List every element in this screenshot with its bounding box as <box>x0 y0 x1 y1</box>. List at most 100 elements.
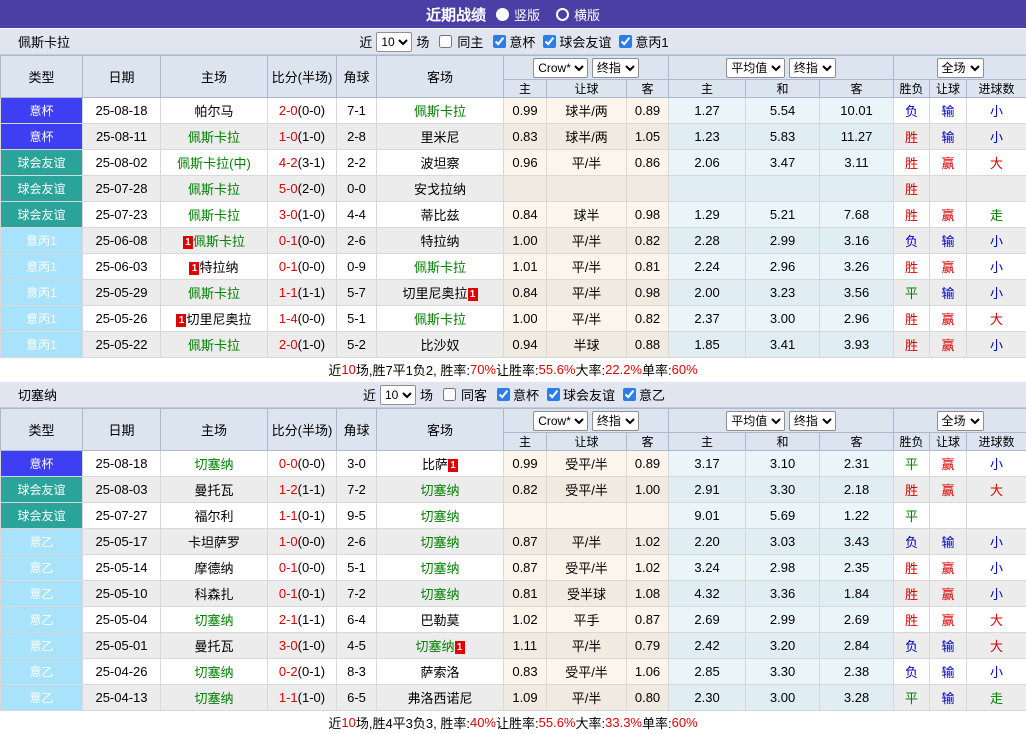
red-card-badge: 1 <box>183 236 193 249</box>
radio-horizontal[interactable]: 横版 <box>556 5 600 24</box>
recent-count-select[interactable]: 10 <box>380 385 416 405</box>
odds-away-cell <box>627 176 669 202</box>
league-filter-checkbox[interactable] <box>493 35 506 48</box>
team-label: 佩斯卡拉 <box>188 286 240 301</box>
red-card-badge: 1 <box>468 288 478 301</box>
summary-text: 让胜率: <box>496 360 539 379</box>
result-cell: 胜 <box>894 477 930 503</box>
score-cell: 3-0(1-0) <box>268 202 337 228</box>
match-row: 意丙125-05-29佩斯卡拉1-1(1-1)5-7切里尼奥拉10.84平/半0… <box>1 280 1026 306</box>
team-label: 切塞纳 <box>194 691 233 706</box>
match-row: 意乙25-05-01曼托瓦3-0(1-0)4-5切塞纳11.11平/半0.792… <box>1 633 1026 659</box>
team-name: 切塞纳 <box>18 385 57 404</box>
goals-result-cell <box>967 176 1026 202</box>
avg-away-cell: 3.11 <box>820 150 894 176</box>
score-cell: 1-1(0-1) <box>268 503 337 529</box>
team-label: 佩斯卡拉 <box>188 130 240 145</box>
home-team-cell: 曼托瓦 <box>161 477 268 503</box>
league-filter-checkbox[interactable] <box>623 388 636 401</box>
corner-cell: 2-6 <box>337 529 377 555</box>
avg-away-cell: 1.84 <box>820 581 894 607</box>
odds-home-cell: 1.09 <box>504 685 547 711</box>
home-team-cell: 切塞纳 <box>161 659 268 685</box>
handicap-cell <box>547 176 627 202</box>
odds-home-cell: 0.84 <box>504 280 547 306</box>
same-venue-checkbox[interactable] <box>439 35 452 48</box>
title-bar: 近期战绩 竖版 横版 <box>0 0 1026 28</box>
score-cell: 2-0(0-0) <box>268 98 337 124</box>
score-cell: 1-0(0-0) <box>268 529 337 555</box>
odds-select-group: Crow* 终指 <box>504 56 669 80</box>
result-cell: 胜 <box>894 202 930 228</box>
radio-horizontal-icon[interactable] <box>556 8 569 21</box>
team-label: 切里尼奥拉 <box>186 312 251 327</box>
match-row: 意乙25-05-04切塞纳2-1(1-1)6-4巴勒莫1.02平手0.872.6… <box>1 607 1026 633</box>
away-team-cell: 萨索洛 <box>377 659 504 685</box>
goals-result-cell: 走 <box>967 202 1026 228</box>
avg-home-cell: 1.29 <box>669 202 746 228</box>
odds-away-cell <box>627 503 669 529</box>
result-cell: 胜 <box>894 555 930 581</box>
corner-cell: 2-8 <box>337 124 377 150</box>
team-label: 里米尼 <box>420 130 459 145</box>
match-row: 球会友谊25-07-23佩斯卡拉3-0(1-0)4-4蒂比兹0.84球半0.98… <box>1 202 1026 228</box>
handicap-cell: 平/半 <box>547 280 627 306</box>
match-type-cell: 意乙 <box>1 529 83 555</box>
league-filter-checkbox[interactable] <box>547 388 560 401</box>
league-filter-checkbox[interactable] <box>619 35 632 48</box>
league-filter-checkbox[interactable] <box>543 35 556 48</box>
summary-text: 单率: <box>642 713 672 732</box>
date-cell: 25-08-03 <box>83 477 161 503</box>
period-select[interactable]: 全场 <box>937 58 984 78</box>
radio-horizontal-label: 横版 <box>574 5 600 24</box>
avg-source-select[interactable]: 平均值 <box>726 411 785 431</box>
col-header-score: 比分(半场) <box>268 56 337 98</box>
matches-table: 类型 日期 主场 比分(半场) 角球 客场 Crow* 终指 平均值 终指 全场… <box>0 408 1026 711</box>
col-header-handicap-result: 让球 <box>930 80 967 98</box>
home-team-cell: 佩斯卡拉 <box>161 332 268 358</box>
same-venue-checkbox[interactable] <box>443 388 456 401</box>
avg-away-cell: 10.01 <box>820 98 894 124</box>
avg-final-select[interactable]: 终指 <box>789 411 836 431</box>
avg-away-cell: 2.31 <box>820 451 894 477</box>
team-name: 佩斯卡拉 <box>18 32 70 51</box>
summary-text: 10 <box>341 715 355 730</box>
result-cell: 胜 <box>894 306 930 332</box>
filter-bar: 近 10 场 同客 意杯 球会友谊 意乙 <box>361 385 665 405</box>
odds-away-cell: 0.82 <box>627 306 669 332</box>
date-cell: 25-06-08 <box>83 228 161 254</box>
handicap-result-cell <box>930 176 967 202</box>
period-select[interactable]: 全场 <box>937 411 984 431</box>
league-filter-checkbox[interactable] <box>497 388 510 401</box>
col-header-type: 类型 <box>1 56 83 98</box>
home-team-cell: 佩斯卡拉 <box>161 280 268 306</box>
avg-draw-cell: 3.47 <box>746 150 820 176</box>
odds-away-cell: 1.00 <box>627 477 669 503</box>
corner-cell: 3-0 <box>337 451 377 477</box>
odds-final-select[interactable]: 终指 <box>592 411 639 431</box>
avg-source-select[interactable]: 平均值 <box>726 58 785 78</box>
team-label: 切塞纳 <box>194 457 233 472</box>
date-cell: 25-06-03 <box>83 254 161 280</box>
handicap-cell: 受平/半 <box>547 659 627 685</box>
avg-away-cell: 2.18 <box>820 477 894 503</box>
odds-source-select[interactable]: Crow* <box>533 411 588 431</box>
date-cell: 25-04-13 <box>83 685 161 711</box>
avg-final-select[interactable]: 终指 <box>789 58 836 78</box>
team-label: 弗洛西诺尼 <box>407 691 472 706</box>
match-row: 意丙125-05-261切里尼奥拉1-4(0-0)5-1佩斯卡拉1.00平/半0… <box>1 306 1026 332</box>
handicap-cell: 受平/半 <box>547 451 627 477</box>
away-team-cell: 比沙奴 <box>377 332 504 358</box>
match-type-cell: 球会友谊 <box>1 176 83 202</box>
odds-away-cell: 1.02 <box>627 529 669 555</box>
score-cell: 0-1(0-1) <box>268 581 337 607</box>
radio-vertical-icon[interactable] <box>496 8 509 21</box>
recent-count-select[interactable]: 10 <box>376 32 412 52</box>
odds-source-select[interactable]: Crow* <box>533 58 588 78</box>
summary-text: 55.6% <box>539 715 576 730</box>
handicap-result-cell: 输 <box>930 280 967 306</box>
radio-vertical[interactable]: 竖版 <box>496 5 540 24</box>
odds-final-select[interactable]: 终指 <box>592 58 639 78</box>
avg-draw-cell: 5.83 <box>746 124 820 150</box>
team-label: 切里尼奥拉 <box>402 286 467 301</box>
